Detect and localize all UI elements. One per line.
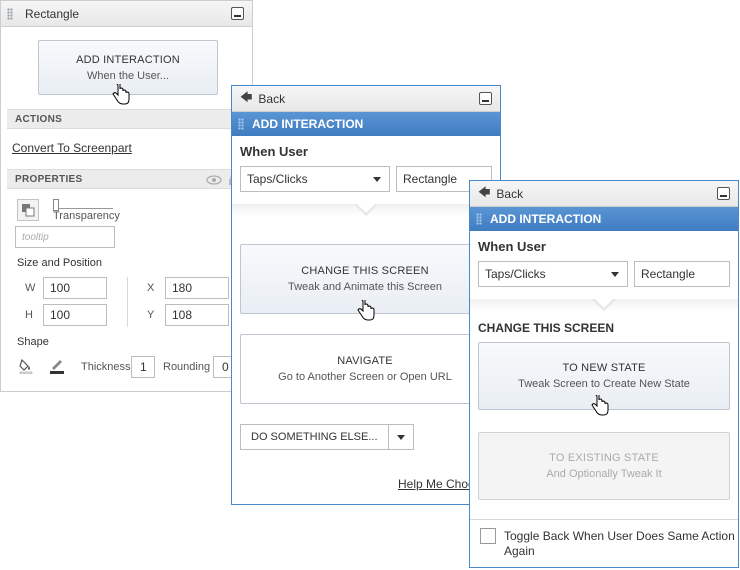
- change-panel-titlebar[interactable]: 🡄 Back: [470, 181, 738, 207]
- hand-cursor-icon: [357, 300, 375, 321]
- drag-grip-icon[interactable]: [238, 118, 244, 130]
- height-value: 100: [50, 308, 71, 322]
- properties-titlebar[interactable]: Rectangle: [1, 1, 252, 27]
- y-label: Y: [147, 309, 155, 321]
- properties-panel: Rectangle ADD INTERACTION When the User.…: [0, 0, 253, 392]
- actions-section-header: ACTIONS: [7, 109, 252, 129]
- rounding-value: 0: [222, 360, 229, 374]
- toggle-back-label-line2: Again: [504, 544, 535, 558]
- add-interaction-label: ADD INTERACTION: [76, 53, 180, 66]
- size-position-label: Size and Position: [17, 257, 102, 269]
- properties-header-label: PROPERTIES: [15, 173, 83, 185]
- width-field[interactable]: 100: [43, 277, 107, 299]
- target-value: Rectangle: [641, 267, 696, 281]
- back-arrow-icon: 🡄: [240, 90, 253, 104]
- help-me-choose-link[interactable]: Help Me Choo: [398, 477, 475, 491]
- toggle-back-label-line1: Toggle Back When User Does Same Action: [504, 529, 735, 543]
- notch-indicator-inner: [356, 203, 376, 213]
- when-user-label: When User: [478, 239, 546, 254]
- x-label: X: [147, 282, 155, 294]
- thickness-label: Thickness: [81, 361, 131, 373]
- drag-grip-icon[interactable]: [7, 7, 13, 20]
- target-value: Rectangle: [403, 172, 458, 186]
- add-interaction-sublabel: When the User...: [87, 69, 169, 82]
- target-field[interactable]: Rectangle: [634, 261, 730, 287]
- minimize-icon[interactable]: [231, 7, 244, 20]
- hand-cursor-icon: [112, 84, 130, 105]
- new-state-sublabel: Tweak Screen to Create New State: [518, 378, 690, 390]
- do-something-label: DO SOMETHING ELSE...: [251, 431, 378, 443]
- notch-indicator-inner: [594, 298, 614, 308]
- panel-title: Rectangle: [25, 6, 80, 21]
- chevron-down-icon: [373, 177, 381, 182]
- to-existing-state-button[interactable]: TO EXISTING STATE And Optionally Tweak I…: [478, 432, 730, 500]
- toggle-back-checkbox[interactable]: [480, 528, 496, 544]
- existing-state-sublabel: And Optionally Tweak It: [546, 468, 662, 480]
- interaction-header: ADD INTERACTION: [232, 112, 500, 136]
- hand-cursor-icon: [591, 395, 609, 416]
- minimize-icon[interactable]: [479, 92, 492, 105]
- stroke-pen-icon[interactable]: [49, 358, 65, 374]
- back-label: Back: [496, 186, 524, 201]
- back-button[interactable]: 🡄 Back: [240, 88, 285, 109]
- back-arrow-icon: 🡄: [478, 185, 491, 199]
- change-screen-sublabel: Tweak and Animate this Screen: [287, 281, 443, 293]
- fill-bucket-icon[interactable]: [19, 358, 33, 374]
- thickness-field[interactable]: 1: [131, 356, 155, 378]
- shape-label: Shape: [17, 336, 49, 348]
- section-title: CHANGE THIS SCREEN: [478, 321, 615, 335]
- toggle-section: [470, 519, 738, 520]
- properties-section-header: PROPERTIES: [7, 169, 252, 189]
- event-select-value: Taps/Clicks: [485, 267, 546, 281]
- x-value: 180: [172, 281, 193, 295]
- change-panel-header: ADD INTERACTION: [470, 207, 738, 231]
- do-something-else-button[interactable]: DO SOMETHING ELSE...: [240, 424, 414, 450]
- w-label: W: [25, 282, 36, 294]
- tooltip-placeholder: tooltip: [22, 231, 49, 243]
- transparency-label: Transparency: [53, 210, 120, 222]
- convert-to-screenpart-link[interactable]: Convert To Screenpart: [12, 141, 132, 155]
- back-button[interactable]: 🡄 Back: [478, 183, 523, 204]
- eye-icon[interactable]: [206, 175, 222, 185]
- existing-state-label: TO EXISTING STATE: [549, 452, 659, 464]
- interaction-panel: 🡄 Back ADD INTERACTION When User Taps/Cl…: [231, 85, 501, 505]
- change-panel-header-title: ADD INTERACTION: [490, 212, 602, 226]
- event-select[interactable]: Taps/Clicks: [478, 261, 628, 287]
- y-field[interactable]: 108: [165, 304, 229, 326]
- interaction-titlebar[interactable]: 🡄 Back: [232, 86, 500, 112]
- chevron-down-icon: [397, 435, 405, 440]
- navigate-sublabel: Go to Another Screen or Open URL: [278, 371, 452, 383]
- change-screen-panel: 🡄 Back ADD INTERACTION When User Taps/Cl…: [469, 180, 739, 568]
- h-label: H: [25, 309, 33, 321]
- width-value: 100: [50, 281, 71, 295]
- when-user-label: When User: [240, 144, 308, 159]
- chevron-down-icon: [611, 272, 619, 277]
- layers-icon: [22, 204, 35, 217]
- minimize-icon[interactable]: [717, 187, 730, 200]
- navigate-label: NAVIGATE: [337, 355, 393, 367]
- event-select[interactable]: Taps/Clicks: [240, 166, 390, 192]
- arrange-button[interactable]: [17, 199, 39, 221]
- rounding-label: Rounding: [163, 361, 211, 373]
- divider: [127, 277, 128, 327]
- transparency-slider[interactable]: [53, 199, 113, 211]
- x-field[interactable]: 180: [165, 277, 229, 299]
- change-screen-label: CHANGE THIS SCREEN: [301, 265, 429, 277]
- tooltip-input[interactable]: tooltip: [15, 226, 115, 248]
- navigate-button[interactable]: NAVIGATE Go to Another Screen or Open UR…: [240, 334, 490, 404]
- event-select-value: Taps/Clicks: [247, 172, 308, 186]
- drag-grip-icon[interactable]: [476, 213, 482, 225]
- y-value: 108: [172, 308, 193, 322]
- new-state-label: TO NEW STATE: [562, 362, 646, 374]
- thickness-value: 1: [140, 360, 147, 374]
- back-label: Back: [258, 91, 286, 106]
- interaction-header-title: ADD INTERACTION: [252, 117, 364, 131]
- split-divider: [388, 425, 389, 449]
- height-field[interactable]: 100: [43, 304, 107, 326]
